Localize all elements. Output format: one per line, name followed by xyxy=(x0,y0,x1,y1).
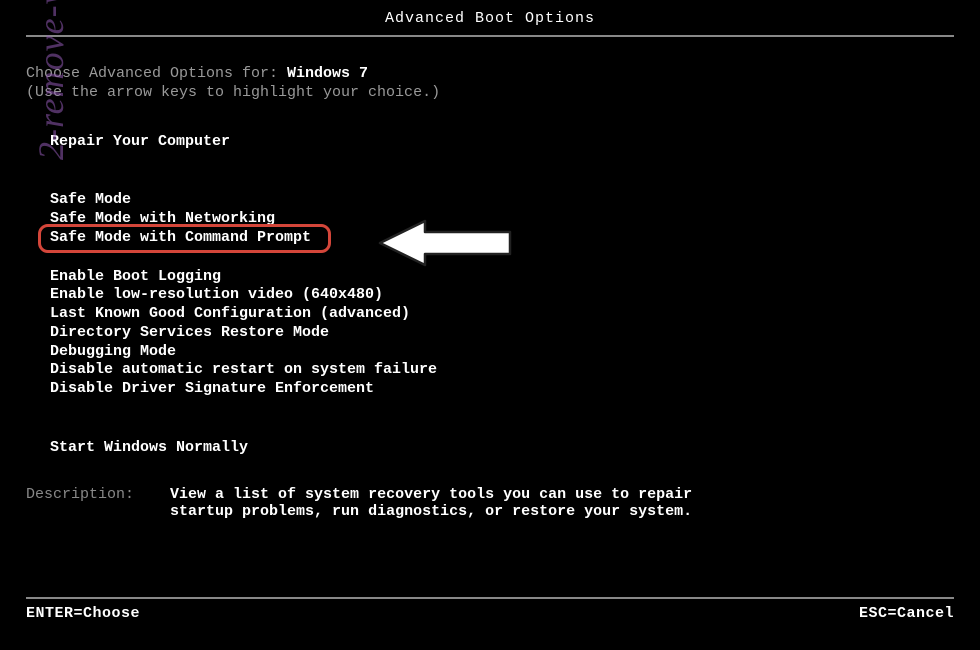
option-safe-mode[interactable]: Safe Mode xyxy=(50,191,131,210)
choose-prefix: Choose Advanced Options for: xyxy=(26,65,287,82)
option-start-normally[interactable]: Start Windows Normally xyxy=(50,439,248,458)
description-text: View a list of system recovery tools you… xyxy=(170,486,710,520)
option-disable-driver-sig[interactable]: Disable Driver Signature Enforcement xyxy=(50,380,374,399)
option-safe-mode-networking[interactable]: Safe Mode with Networking xyxy=(50,210,275,229)
choose-line: Choose Advanced Options for: Windows 7 xyxy=(26,65,954,84)
description-label: Description: xyxy=(26,486,170,520)
option-highlighted-wrap: Safe Mode with Command Prompt xyxy=(50,229,311,248)
option-repair-computer[interactable]: Repair Your Computer xyxy=(50,133,230,152)
option-boot-logging[interactable]: Enable Boot Logging xyxy=(50,268,221,287)
footer-enter-hint: ENTER=Choose xyxy=(26,605,140,622)
option-safe-mode-cmd[interactable]: Safe Mode with Command Prompt xyxy=(50,229,311,248)
option-low-res-video[interactable]: Enable low-resolution video (640x480) xyxy=(50,286,383,305)
page-title: Advanced Boot Options xyxy=(0,0,980,35)
footer-esc-hint: ESC=Cancel xyxy=(859,605,954,622)
option-debugging[interactable]: Debugging Mode xyxy=(50,343,176,362)
footer: ENTER=Choose ESC=Cancel xyxy=(0,597,980,622)
options-list: Repair Your Computer Safe Mode Safe Mode… xyxy=(26,133,954,458)
option-dsrm[interactable]: Directory Services Restore Mode xyxy=(50,324,329,343)
content-area: Choose Advanced Options for: Windows 7 (… xyxy=(0,37,980,458)
description-block: Description: View a list of system recov… xyxy=(0,458,980,520)
option-last-known-good[interactable]: Last Known Good Configuration (advanced) xyxy=(50,305,410,324)
hint-line: (Use the arrow keys to highlight your ch… xyxy=(26,84,954,103)
option-disable-auto-restart[interactable]: Disable automatic restart on system fail… xyxy=(50,361,437,380)
os-name: Windows 7 xyxy=(287,65,368,82)
